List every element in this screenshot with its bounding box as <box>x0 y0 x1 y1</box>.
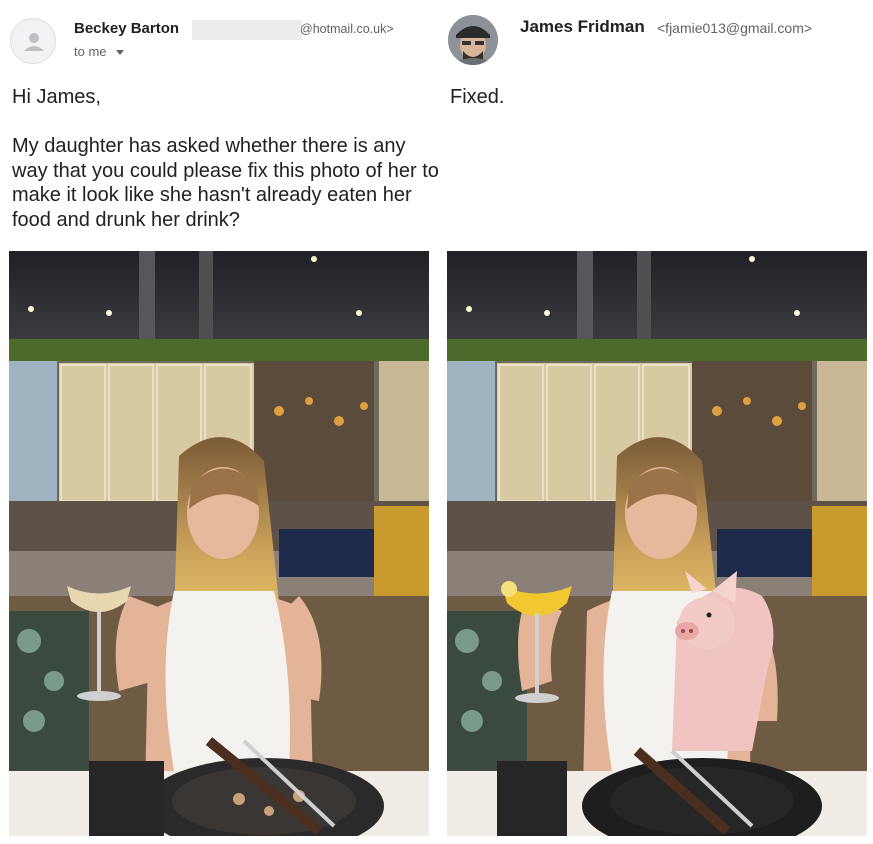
reply-sender-name[interactable]: James Fridman <box>520 17 645 37</box>
original-photo <box>9 251 429 836</box>
email-greeting: Hi James, <box>12 86 101 108</box>
reply-sender-email: <fjamie013@gmail.com> <box>657 20 813 36</box>
sender-avatar[interactable] <box>10 18 56 64</box>
sender-name[interactable]: Beckey Barton <box>74 20 179 37</box>
reply-body: Fixed. <box>450 86 505 108</box>
person-icon <box>24 33 44 51</box>
profile-photo <box>448 15 498 65</box>
sender-email: @hotmail.co.uk> <box>300 22 394 36</box>
recipient-label[interactable]: to me <box>74 44 107 59</box>
email-body: My daughter has asked whether there is a… <box>12 135 439 231</box>
chevron-down-icon[interactable] <box>116 50 124 55</box>
edited-photo <box>447 251 867 836</box>
redacted-email <box>192 20 302 40</box>
reply-avatar[interactable] <box>448 15 498 65</box>
